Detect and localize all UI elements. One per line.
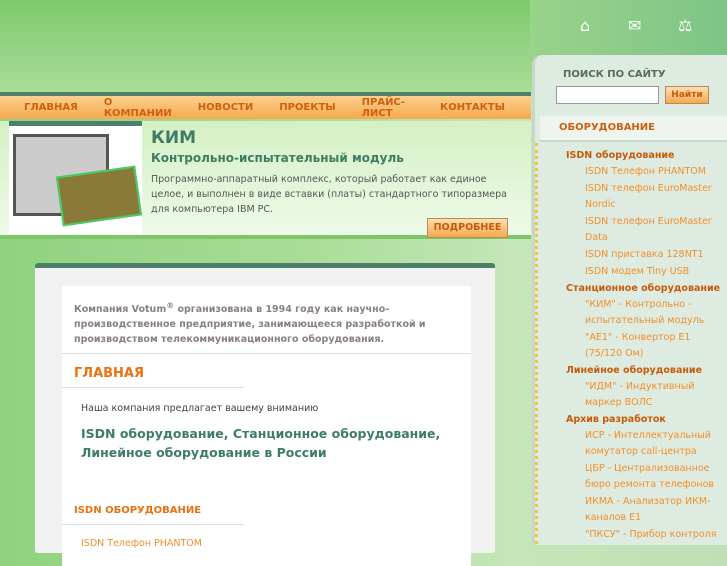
equipment-heading[interactable]: ОБОРУДОВАНИЕ xyxy=(540,116,727,142)
search-title: ПОИСК ПО САЙТУ xyxy=(563,69,666,80)
isdn-heading: ISDN ОБОРУДОВАНИЕ xyxy=(74,505,202,516)
category-link[interactable]: Архив разработок xyxy=(566,414,727,425)
nav-news[interactable]: НОВОСТИ xyxy=(198,102,254,113)
product-link[interactable]: ISDN модем Tiny USB xyxy=(585,264,727,280)
banner-text: Программно-аппаратный комплекс, который … xyxy=(151,174,507,215)
content-inner: Компания Votum® организована в 1994 году… xyxy=(62,286,471,566)
category-tree: ISDN оборудование ISDN Телефон PHANTOM ISD… xyxy=(535,143,727,544)
banner-title: КИМ xyxy=(151,128,197,148)
header-right: ⌂ ✉ ⚖ xyxy=(530,0,727,60)
section-heading: ГЛАВНАЯ xyxy=(74,366,145,381)
nav-about[interactable]: О КОМПАНИИ xyxy=(104,97,172,119)
nav-home[interactable]: ГЛАВНАЯ xyxy=(24,102,78,113)
product-link[interactable]: "ПКСУ" - Прибор контроля xyxy=(585,527,727,543)
intro-text: Компания Votum xyxy=(74,304,167,316)
product-link[interactable]: "КИМ" - Контрольно - испытательный модул… xyxy=(585,297,727,329)
product-link[interactable]: ЦБР - Централизованное бюро ремонта теле… xyxy=(585,461,727,493)
divider xyxy=(62,524,244,525)
nav-projects[interactable]: ПРОЕКТЫ xyxy=(279,102,335,113)
sidebar: ПОИСК ПО САЙТУ Найти ОБОРУДОВАНИЕ ISDN о… xyxy=(532,55,727,545)
product-link[interactable]: "АЕ1" - Конвертор Е1 (75/120 Ом) xyxy=(585,330,727,362)
nav-contacts[interactable]: КОНТАКТЫ xyxy=(440,102,505,113)
sitemap-icon[interactable]: ⚖ xyxy=(678,16,692,35)
offer-text: Наша компания предлагает вашему вниманию xyxy=(81,403,319,414)
banner-subtitle: Контрольно-испытательный модуль xyxy=(151,151,404,165)
product-link[interactable]: ISDN телефон EuroMaster Data xyxy=(585,214,727,246)
registered-mark: ® xyxy=(166,301,175,310)
offer-headline: ISDN оборудование, Станционное оборудова… xyxy=(81,426,441,460)
divider xyxy=(62,353,471,354)
product-link[interactable]: ISDN телефон EuroMaster Nordic xyxy=(585,181,727,213)
search-button[interactable]: Найти xyxy=(665,86,709,104)
search-input[interactable] xyxy=(556,86,659,104)
product-link[interactable]: ИКМА - Анализатор ИКМ-каналов Е1 xyxy=(585,494,727,526)
company-intro: Компания Votum® организована в 1994 году… xyxy=(74,298,474,347)
more-button[interactable]: ПОДРОБНЕЕ xyxy=(427,218,508,238)
board-image xyxy=(55,165,143,227)
isdn-link[interactable]: ISDN Телефон PHANTOM xyxy=(81,538,202,549)
product-image[interactable] xyxy=(9,126,143,234)
category-link[interactable]: ISDN оборудование xyxy=(566,150,727,161)
product-link[interactable]: ISDN приставка 128NT1 xyxy=(585,247,727,263)
product-link[interactable]: ISDN Телефон PHANTOM xyxy=(585,164,727,180)
main-nav: ГЛАВНАЯ О КОМПАНИИ НОВОСТИ ПРОЕКТЫ ПРАЙС… xyxy=(0,92,531,119)
nav-pricelist[interactable]: ПРАЙС-ЛИСТ xyxy=(362,97,414,119)
mail-icon[interactable]: ✉ xyxy=(628,16,641,35)
category-link[interactable]: Линейное оборудование xyxy=(566,365,727,376)
divider xyxy=(62,387,244,388)
content-panel: Компания Votum® организована в 1994 году… xyxy=(35,263,495,566)
product-link[interactable]: "ИДМ" - Индуктивный маркер ВОЛС xyxy=(585,379,727,411)
product-link[interactable]: ИСР - Интеллектуальный комутатор call-це… xyxy=(585,428,727,460)
home-icon[interactable]: ⌂ xyxy=(580,16,590,35)
category-link[interactable]: Станционное оборудование xyxy=(566,283,727,294)
